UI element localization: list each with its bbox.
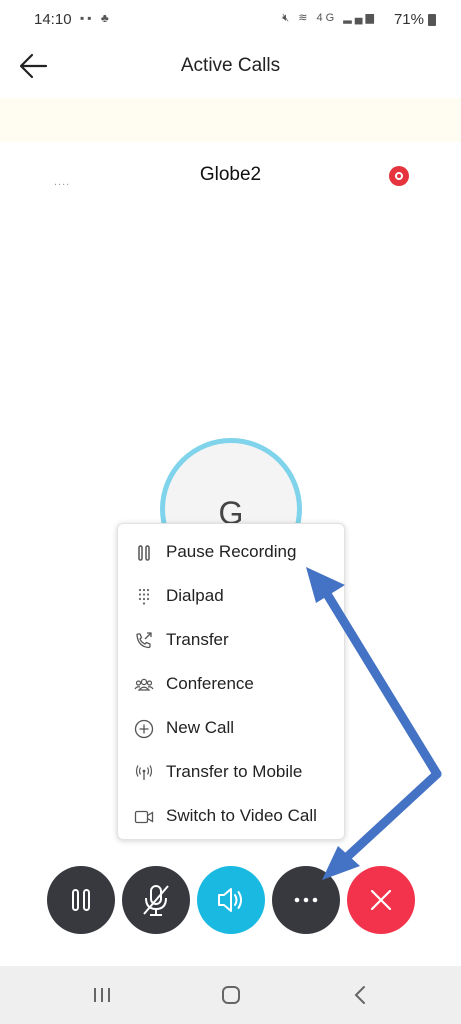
recent-apps-button[interactable] — [82, 980, 122, 1010]
system-back-button[interactable] — [340, 980, 380, 1010]
mute-status-icon: 🔇︎ — [282, 12, 293, 24]
more-options-menu: Pause Recording Dialpad Transfer Confere… — [117, 523, 345, 840]
menu-item-transfer[interactable]: Transfer — [118, 618, 344, 662]
menu-item-pause-recording[interactable]: Pause Recording — [118, 530, 344, 574]
close-icon — [370, 889, 392, 911]
annotation-arrow-shaft-down — [341, 769, 442, 863]
microphone-off-icon — [143, 885, 169, 916]
home-icon — [222, 986, 240, 1004]
pause-icon — [72, 889, 90, 911]
recent-apps-icon — [94, 988, 110, 1002]
pause-icon — [138, 545, 150, 561]
battery-icon — [428, 14, 436, 26]
menu-item-conference[interactable]: Conference — [118, 662, 344, 706]
hold-button[interactable] — [47, 866, 115, 934]
signal-icons: 🔇︎ ≋ 4G ▂▄▆ — [282, 11, 377, 25]
recording-icon — [389, 166, 409, 186]
menu-item-label: Transfer — [166, 630, 229, 649]
status-time: 14:10 — [34, 11, 72, 28]
menu-item-switch-to-video[interactable]: Switch to Video Call — [118, 794, 344, 838]
menu-item-label: New Call — [166, 718, 235, 737]
menu-item-transfer-to-mobile[interactable]: Transfer to Mobile — [118, 750, 344, 794]
notification-icons: ▪▪ ♣ — [80, 11, 112, 25]
page-title: Active Calls — [180, 55, 281, 76]
menu-item-label: Transfer to Mobile — [166, 762, 303, 781]
transfer-icon — [136, 632, 152, 649]
end-call-button[interactable] — [347, 866, 415, 934]
battery-percent: 71% — [393, 11, 424, 28]
home-button[interactable] — [211, 980, 251, 1010]
video-icon — [134, 810, 154, 824]
speaker-icon — [218, 888, 242, 912]
status-bar: 14:10 ▪▪ ♣ 🔇︎ ≋ 4G ▂▄▆ 71% — [0, 0, 461, 38]
info-banner — [0, 98, 461, 142]
broadcast-icon — [135, 765, 153, 780]
more-options-button[interactable] — [272, 866, 340, 934]
menu-item-label: Switch to Video Call — [166, 806, 317, 825]
menu-item-label: Dialpad — [166, 586, 224, 605]
system-nav-bar — [0, 966, 461, 1024]
dialpad-icon — [138, 588, 150, 605]
conference-icon — [134, 678, 154, 691]
chevron-left-icon — [354, 986, 365, 1004]
cell-signal-icon: ▂▄▆ — [343, 12, 377, 24]
menu-item-label: Pause Recording — [166, 542, 297, 561]
menu-item-dialpad[interactable]: Dialpad — [118, 574, 344, 618]
more-horizontal-icon — [294, 897, 318, 903]
speaker-button[interactable] — [197, 866, 265, 934]
menu-item-new-call[interactable]: New Call — [118, 706, 344, 750]
menu-item-label: Conference — [166, 674, 254, 693]
mute-button[interactable] — [122, 866, 190, 934]
network-label: 4G — [316, 12, 338, 24]
wifi-icon: ≋ — [298, 12, 311, 24]
add-circle-icon — [134, 719, 154, 739]
